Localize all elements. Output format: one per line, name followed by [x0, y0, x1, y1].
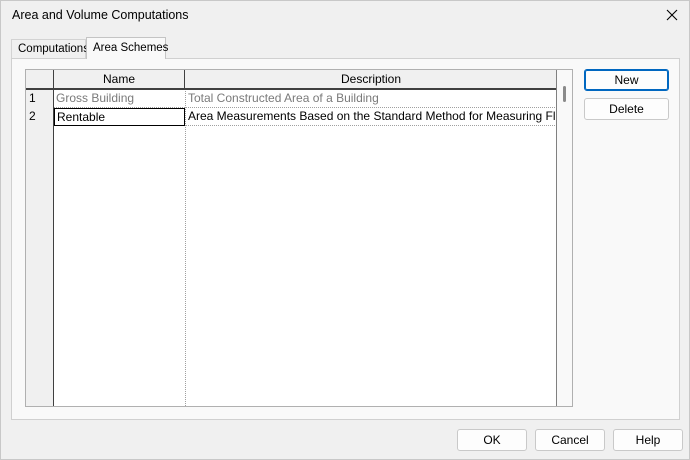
column-header-description[interactable]: Description [185, 70, 556, 90]
vertical-scrollbar[interactable] [557, 70, 572, 406]
tab-computations[interactable]: Computations [11, 39, 89, 59]
help-button[interactable]: Help [613, 429, 683, 451]
row-number[interactable]: 1 [26, 90, 54, 108]
table-row[interactable]: 2 Rentable Area Measurements Based on th… [26, 108, 556, 126]
tab-area-schemes[interactable]: Area Schemes [86, 37, 168, 59]
cancel-button[interactable]: Cancel [535, 429, 605, 451]
name-cell-selected[interactable]: Rentable [54, 108, 185, 126]
scrollbar-thumb[interactable] [563, 86, 566, 102]
close-icon [666, 9, 678, 21]
area-schemes-panel: Name Description 1 Gross Building Total … [11, 58, 680, 420]
dialog-window: Area and Volume Computations Computation… [0, 0, 690, 460]
table-row[interactable]: 1 Gross Building Total Constructed Area … [26, 90, 556, 108]
name-cell[interactable]: Gross Building [54, 90, 185, 108]
description-cell[interactable]: Total Constructed Area of a Building [186, 90, 556, 108]
new-button[interactable]: New [584, 69, 669, 91]
description-cell[interactable]: Area Measurements Based on the Standard … [186, 108, 556, 126]
window-title: Area and Volume Computations [12, 8, 189, 22]
delete-button[interactable]: Delete [584, 98, 669, 120]
area-schemes-table: Name Description 1 Gross Building Total … [25, 69, 573, 407]
ok-button[interactable]: OK [457, 429, 527, 451]
row-number[interactable]: 2 [26, 108, 54, 126]
table-grid: Name Description 1 Gross Building Total … [26, 70, 557, 406]
column-header-name[interactable]: Name [54, 70, 185, 90]
title-bar: Area and Volume Computations [1, 1, 689, 31]
close-button[interactable] [655, 1, 689, 29]
table-corner-header[interactable] [26, 70, 54, 90]
